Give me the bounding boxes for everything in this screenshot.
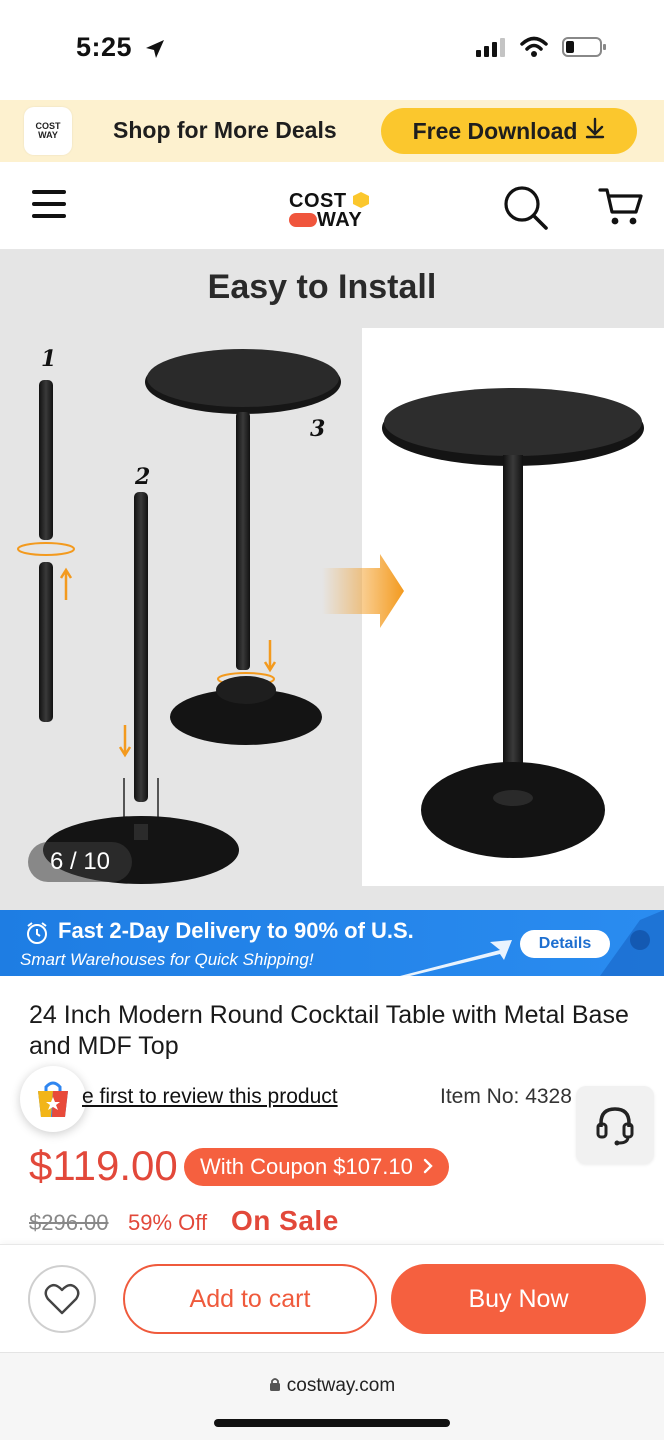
item-number: Item No: 4328 xyxy=(440,1085,572,1108)
url-domain: costway.com xyxy=(286,1375,396,1396)
free-download-button[interactable]: Free Download xyxy=(381,108,637,154)
status-icons xyxy=(476,36,608,63)
wishlist-button[interactable] xyxy=(28,1265,96,1333)
headset-icon xyxy=(596,1107,634,1146)
status-bar: 5:25 xyxy=(0,0,664,100)
site-header: COST WAY xyxy=(0,162,664,250)
browser-url-bar[interactable]: costway.com xyxy=(0,1352,664,1440)
step-number-2: 2 xyxy=(135,464,151,490)
cart-icon[interactable] xyxy=(598,186,644,233)
alarm-clock-icon xyxy=(25,921,49,950)
write-review-link[interactable]: e first to review this product xyxy=(82,1085,338,1109)
delivery-title: Fast 2-Day Delivery to 90% of U.S. xyxy=(58,918,414,943)
battery-icon xyxy=(562,36,608,63)
buy-now-button[interactable]: Buy Now xyxy=(391,1264,646,1334)
app-promo-banner[interactable]: COST WAY Shop for More Deals Free Downlo… xyxy=(0,100,664,162)
on-sale-label: On Sale xyxy=(231,1205,339,1236)
lock-icon xyxy=(269,1376,281,1398)
promo-text: Shop for More Deals xyxy=(113,117,337,143)
discount-percent: 59% Off xyxy=(128,1210,208,1235)
location-arrow-icon xyxy=(144,38,166,65)
costway-app-logo: COST WAY xyxy=(24,107,72,155)
product-price: $119.00 xyxy=(29,1142,178,1189)
delivery-details-button[interactable]: Details xyxy=(520,930,610,958)
original-price: $296.00 xyxy=(29,1210,109,1235)
home-indicator[interactable] xyxy=(214,1419,450,1427)
step-number-1: 1 xyxy=(41,346,57,372)
coupon-label: With Coupon $107.10 xyxy=(200,1154,413,1179)
status-time: 5:25 xyxy=(76,32,133,62)
customer-support-button[interactable] xyxy=(576,1086,654,1164)
url-display[interactable]: costway.com xyxy=(0,1375,664,1398)
installation-illustration xyxy=(17,349,644,884)
download-arrow-icon xyxy=(585,117,605,145)
free-download-label: Free Download xyxy=(412,117,578,144)
costway-logo[interactable]: COST WAY xyxy=(287,190,379,234)
shopping-bag-badge[interactable] xyxy=(20,1066,86,1132)
purchase-action-bar: Add to cart Buy Now xyxy=(0,1244,664,1352)
cellular-signal-icon xyxy=(476,37,506,62)
image-counter: 6 / 10 xyxy=(28,842,132,882)
wifi-icon xyxy=(520,36,548,63)
shopping-bag-icon xyxy=(38,1081,68,1117)
search-icon[interactable] xyxy=(502,184,550,237)
product-title: 24 Inch Modern Round Cocktail Table with… xyxy=(29,1001,629,1060)
heart-icon xyxy=(44,1283,80,1315)
chevron-right-icon xyxy=(423,1154,433,1180)
hamburger-menu-icon[interactable] xyxy=(32,190,66,222)
add-to-cart-button[interactable]: Add to cart xyxy=(123,1264,377,1334)
delivery-banner[interactable]: Fast 2-Day Delivery to 90% of U.S. Smart… xyxy=(0,910,664,976)
product-image-gallery[interactable]: Easy to Install 1 2 3 6 / 10 xyxy=(0,250,664,910)
step-number-3: 3 xyxy=(310,416,326,442)
coupon-price-button[interactable]: With Coupon $107.10 xyxy=(184,1148,449,1186)
delivery-subtitle: Smart Warehouses for Quick Shipping! xyxy=(20,950,314,969)
